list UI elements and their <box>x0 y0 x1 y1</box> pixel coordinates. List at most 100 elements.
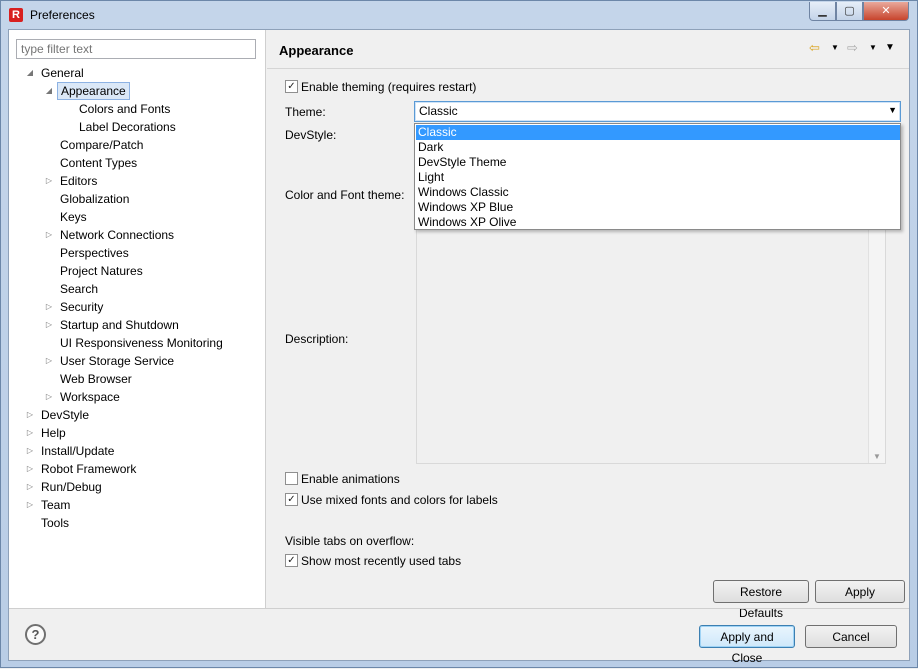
tree-item[interactable]: ▷ Help <box>9 424 265 442</box>
collapsed-arrow-icon[interactable]: ▷ <box>25 442 35 460</box>
collapsed-arrow-icon[interactable]: ▷ <box>44 172 54 190</box>
restore-defaults-button[interactable]: Restore Defaults <box>713 580 809 620</box>
tree-item-label: Project Natures <box>60 264 143 278</box>
tree-item-label: Install/Update <box>41 444 115 458</box>
tree-item[interactable]: ◢ General <box>9 64 265 82</box>
tree-item[interactable]: Label Decorations <box>9 118 265 136</box>
collapsed-arrow-icon[interactable]: ▷ <box>44 388 54 406</box>
collapsed-arrow-icon[interactable]: ▷ <box>25 460 35 478</box>
tree-item-label: Perspectives <box>60 246 129 260</box>
tree-item[interactable]: Keys <box>9 208 265 226</box>
back-dropdown-icon[interactable]: ▼ <box>831 43 839 52</box>
theme-select-value: Classic <box>417 104 872 119</box>
tree-item-label: DevStyle <box>41 408 90 422</box>
collapsed-arrow-icon[interactable]: ▷ <box>25 406 35 424</box>
filter-input[interactable] <box>16 39 256 59</box>
color-font-theme-label: Color and Font theme: <box>285 188 405 202</box>
collapsed-arrow-icon[interactable]: ▷ <box>44 352 54 370</box>
tree-item-label: Startup and Shutdown <box>60 318 179 332</box>
collapsed-arrow-icon[interactable]: ▷ <box>44 226 54 244</box>
description-scrollbar[interactable]: ▼ <box>868 226 885 463</box>
tree-item[interactable]: Content Types <box>9 154 265 172</box>
expanded-arrow-icon[interactable]: ◢ <box>25 64 35 82</box>
apply-and-close-button[interactable]: Apply and Close <box>699 625 795 665</box>
tree-item-label: Network Connections <box>60 228 175 242</box>
tree-item[interactable]: ▷ Startup and Shutdown <box>9 316 265 334</box>
tree-item[interactable]: Project Natures <box>9 262 265 280</box>
tree-item[interactable]: ▷ Team <box>9 496 265 514</box>
tree-item[interactable]: ▷ Network Connections <box>9 226 265 244</box>
enable-animations-checkbox[interactable] <box>285 472 298 485</box>
visible-tabs-label: Visible tabs on overflow: <box>285 534 415 548</box>
window-title: Preferences <box>30 8 95 22</box>
tree-item-label: General <box>41 66 84 80</box>
preferences-window: R Preferences ▁ ▢ ✕ ◢General◢AppearanceC… <box>0 0 918 668</box>
enable-theming-checkbox[interactable]: ✓ <box>285 80 298 93</box>
close-button[interactable]: ✕ <box>863 2 909 21</box>
maximize-icon: ▢ <box>844 5 855 17</box>
cancel-button[interactable]: Cancel <box>805 625 897 648</box>
scroll-down-icon[interactable]: ▼ <box>873 452 881 461</box>
title-bar[interactable]: R Preferences ▁ ▢ ✕ <box>1 1 917 29</box>
minimize-button[interactable]: ▁ <box>809 2 836 21</box>
theme-option[interactable]: DevStyle Theme <box>416 155 900 170</box>
page-nav: ⇦ ▼ ⇨ ▼ ▼ <box>809 40 899 56</box>
tree-item[interactable]: Perspectives <box>9 244 265 262</box>
tree-item[interactable]: Tools <box>9 514 265 532</box>
tree-item[interactable]: Web Browser <box>9 370 265 388</box>
close-icon: ✕ <box>881 5 891 17</box>
back-arrow-icon[interactable]: ⇦ <box>809 40 820 56</box>
maximize-button[interactable]: ▢ <box>836 2 863 21</box>
mixed-fonts-label: Use mixed fonts and colors for labels <box>301 493 498 507</box>
theme-option[interactable]: Dark <box>416 140 900 155</box>
theme-option[interactable]: Light <box>416 170 900 185</box>
view-menu-icon[interactable]: ▼ <box>885 42 895 53</box>
minimize-icon: ▁ <box>818 5 827 17</box>
tree-item-label: Appearance <box>57 82 130 100</box>
theme-option[interactable]: Windows XP Olive <box>416 215 900 230</box>
enable-animations-label: Enable animations <box>301 472 400 486</box>
tree-item-label: Tools <box>41 516 70 530</box>
tree-item[interactable]: Search <box>9 280 265 298</box>
tree-item[interactable]: ▷ Robot Framework <box>9 460 265 478</box>
tree-item[interactable]: ◢ Appearance <box>9 82 265 100</box>
collapsed-arrow-icon[interactable]: ▷ <box>25 496 35 514</box>
tree-item[interactable]: ▷ Editors <box>9 172 265 190</box>
tree-item-label: Search <box>60 282 99 296</box>
tree-item[interactable]: ▷ Security <box>9 298 265 316</box>
theme-select[interactable]: Classic ▼ <box>414 101 901 122</box>
apply-button[interactable]: Apply <box>815 580 905 603</box>
forward-arrow-icon[interactable]: ⇨ <box>847 40 858 56</box>
theme-option[interactable]: Windows XP Blue <box>416 200 900 215</box>
preferences-tree-pane: ◢General◢AppearanceColors and FontsLabel… <box>9 30 266 608</box>
collapsed-arrow-icon[interactable]: ▷ <box>44 316 54 334</box>
tree-item-label: Label Decorations <box>79 120 176 134</box>
theme-option[interactable]: Windows Classic <box>416 185 900 200</box>
tree-item-label: Globalization <box>60 192 130 206</box>
tree-item-label: Compare/Patch <box>60 138 144 152</box>
tree-item-label: Workspace <box>60 390 120 404</box>
collapsed-arrow-icon[interactable]: ▷ <box>25 478 35 496</box>
tree-item[interactable]: Globalization <box>9 190 265 208</box>
tree-item[interactable]: ▷ DevStyle <box>9 406 265 424</box>
tree-item[interactable]: ▷ Run/Debug <box>9 478 265 496</box>
theme-option[interactable]: Classic <box>416 125 900 140</box>
forward-dropdown-icon[interactable]: ▼ <box>869 43 877 52</box>
tree-item[interactable]: Compare/Patch <box>9 136 265 154</box>
mixed-fonts-checkbox[interactable]: ✓ <box>285 493 298 506</box>
tree-item[interactable]: ▷ Install/Update <box>9 442 265 460</box>
collapsed-arrow-icon[interactable]: ▷ <box>25 424 35 442</box>
expanded-arrow-icon[interactable]: ◢ <box>44 82 54 100</box>
tree-item[interactable]: Colors and Fonts <box>9 100 265 118</box>
show-mru-checkbox[interactable]: ✓ <box>285 554 298 567</box>
collapsed-arrow-icon[interactable]: ▷ <box>44 298 54 316</box>
tree-item[interactable]: UI Responsiveness Monitoring <box>9 334 265 352</box>
help-icon[interactable]: ? <box>25 624 46 645</box>
tree-item[interactable]: ▷ Workspace <box>9 388 265 406</box>
tree-item-label: Keys <box>60 210 87 224</box>
tree-item-label: Web Browser <box>60 372 132 386</box>
tree-item[interactable]: ▷ User Storage Service <box>9 352 265 370</box>
